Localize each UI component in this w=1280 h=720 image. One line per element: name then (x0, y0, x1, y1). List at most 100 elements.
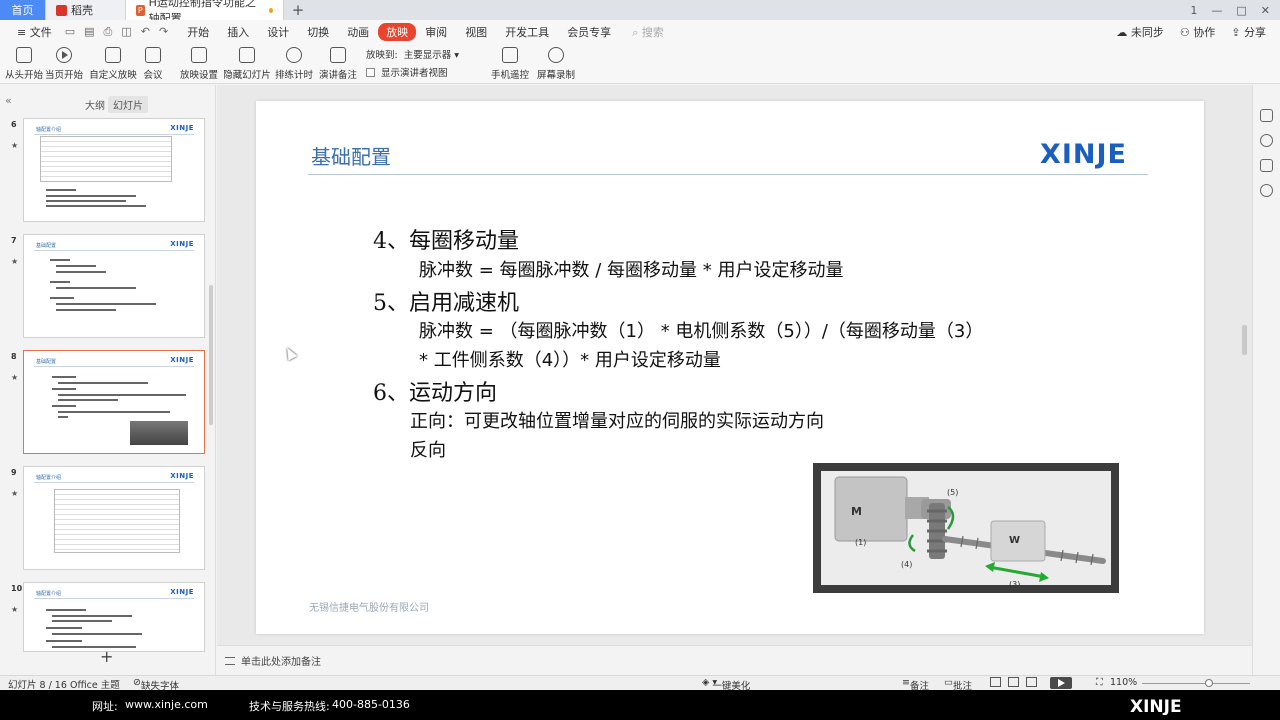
meeting-button[interactable]: 会议 (138, 44, 168, 82)
notes-button[interactable]: ≡ 备注 (902, 677, 929, 692)
thumb-text-line (58, 399, 118, 401)
thumb-text-line (46, 200, 126, 202)
panel-scrollbar[interactable] (209, 285, 213, 425)
menu-file-label: 文件 (29, 26, 52, 39)
phone-remote-label: 手机遥控 (491, 70, 530, 81)
tab-slides[interactable]: 幻灯片 (108, 96, 148, 113)
show-to-group: 放映到: 主要显示器 ▾ 显示演讲者视图 (360, 44, 480, 82)
save-icon[interactable]: ▭ (65, 25, 75, 39)
thumb-title: 基础配置 (36, 359, 57, 365)
phone-remote-button[interactable]: 手机遥控 (490, 44, 530, 82)
redo-icon[interactable]: ↷ (159, 25, 168, 39)
menu-animation[interactable]: 动画 (338, 24, 378, 40)
menu-review[interactable]: 审阅 (416, 24, 456, 40)
search-input[interactable]: ⌕ 搜索 (632, 24, 664, 40)
xinje-logo-text: XINJE (1040, 139, 1127, 169)
menu-vip[interactable]: 会员专享 (558, 24, 620, 40)
normal-view-icon[interactable] (990, 677, 1001, 687)
comments-button[interactable]: ▭ 批注 (944, 677, 972, 692)
rehearse-timing-button[interactable]: 排练计时 (272, 44, 316, 82)
slide-thumbnail-panel: « 大纲 幻灯片 6 ★ 轴配置介绍 XINJE 7 ★ 基础配置 XINJE (0, 85, 216, 675)
hotline-label: 技术与服务热线: (249, 700, 330, 713)
preview-icon[interactable]: ◫ (121, 25, 131, 39)
formula-5-line1: 脉冲数 = （每圈脉冲数（1） * 电机侧系数（5））/（每圈移动量（3） (419, 321, 984, 342)
new-tab-button[interactable]: + (284, 0, 312, 20)
zoom-slider[interactable] (1142, 683, 1250, 684)
thumb-text-line (56, 265, 96, 267)
tab-daoke[interactable]: 稻壳 (46, 0, 126, 20)
menu-design[interactable]: 设计 (258, 24, 298, 40)
menu-file[interactable]: ≡ 文件 (8, 24, 61, 40)
print-icon[interactable]: ⎙ (104, 25, 113, 39)
thumb-image (130, 421, 188, 445)
from-current-button[interactable]: 当页开始 (44, 44, 84, 82)
formula-5-line2: * 工件侧系数（4））* 用户设定移动量 (419, 350, 721, 371)
presenter-view-checkbox[interactable] (366, 67, 375, 77)
menu-transition[interactable]: 切换 (298, 24, 338, 40)
undo-icon[interactable]: ↶ (141, 25, 150, 39)
record-icon (548, 47, 564, 63)
video-caption-bar: 网址: www.xinje.com 技术与服务热线: 400-885-0136 … (0, 690, 1280, 720)
thumb-rule (34, 366, 194, 367)
from-current-label: 当页开始 (45, 70, 84, 81)
menu-right-actions: ☁ 未同步 ⚇ 协作 ⇪ 分享 (1116, 24, 1280, 40)
add-slide-button[interactable]: + (100, 647, 113, 666)
fit-window-icon[interactable]: ⛶ (1096, 677, 1103, 688)
zoom-level[interactable]: 110% (1110, 677, 1137, 688)
menu-slideshow[interactable]: 放映 (378, 23, 417, 41)
slide[interactable]: 基础配置 XINJE 4、每圈移动量 脉冲数 = 每圈脉冲数 / 每圈移动量 *… (256, 101, 1204, 634)
tab-outline[interactable]: 大纲 (80, 96, 110, 113)
collaborate-button[interactable]: ⚇ 协作 (1180, 24, 1215, 40)
from-start-label: 从头开始 (5, 70, 44, 81)
thumb-text-line (46, 640, 82, 642)
thumb-text-line (50, 281, 70, 283)
slide-thumbnail-selected[interactable]: 基础配置 XINJE (23, 350, 205, 454)
slide-thumbnail[interactable]: 基础配置 XINJE (23, 234, 205, 338)
collapse-panel-icon[interactable]: « (5, 94, 12, 107)
window-count-button[interactable]: 1 (1190, 4, 1197, 17)
slide-thumbnail[interactable]: 轴配置介绍 XINJE (23, 582, 205, 652)
quick-access-toolbar: ▭ ▤ ⎙ ◫ ↶ ↷ (65, 25, 168, 39)
maximize-button[interactable]: □ (1236, 4, 1246, 17)
thumb-text-line (58, 416, 68, 418)
show-to-select[interactable]: 主要显示器 ▾ (404, 47, 459, 61)
menu-developer[interactable]: 开发工具 (496, 24, 558, 40)
beautify-button[interactable]: ◈ 一键美化 ▾ (702, 677, 750, 692)
reading-view-icon[interactable] (1026, 677, 1037, 687)
slide-design-icon[interactable] (1260, 159, 1273, 172)
canvas-scrollbar[interactable] (1240, 95, 1248, 635)
presenter-view-label: 显示演讲者视图 (381, 68, 448, 79)
daoke-icon (56, 4, 67, 16)
sorter-view-icon[interactable] (1008, 677, 1019, 687)
tab-home[interactable]: 首页 (0, 0, 46, 20)
slide-thumbnail[interactable]: 轴配置介绍 XINJE (23, 118, 205, 222)
screen-record-button[interactable]: 屏幕录制 (536, 44, 576, 82)
notes-area[interactable]: 单击此处添加备注 (217, 645, 1252, 675)
notes-toggle-icon[interactable] (225, 656, 235, 665)
from-start-button[interactable]: 从头开始 (4, 44, 44, 82)
help-icon[interactable] (1260, 184, 1273, 197)
slide-thumbnail[interactable]: 轴配置介绍 XINJE (23, 466, 205, 570)
properties-icon[interactable] (1260, 109, 1273, 122)
sync-status-button[interactable]: ☁ 未同步 (1116, 24, 1164, 40)
close-button[interactable]: ✕ (1261, 4, 1270, 17)
show-settings-button[interactable]: 放映设置 (176, 44, 222, 82)
animation-pane-icon[interactable] (1260, 134, 1273, 147)
zoom-slider-knob[interactable] (1205, 679, 1213, 687)
play-slideshow-button[interactable] (1050, 677, 1072, 689)
hide-slide-button[interactable]: 隐藏幻灯片 (222, 44, 272, 82)
speaker-notes-button[interactable]: 演讲备注 (316, 44, 360, 82)
folder-icon[interactable]: ▤ (84, 25, 94, 39)
menu-view[interactable]: 视图 (456, 24, 496, 40)
share-button[interactable]: ⇪ 分享 (1231, 24, 1266, 40)
theme-name[interactable]: Office 主题 (70, 677, 120, 691)
workpiece-label: W (1009, 535, 1020, 546)
missing-font-button[interactable]: ⊘ 缺失字体 (133, 677, 179, 692)
custom-show-button[interactable]: 自定义放映 (88, 44, 138, 82)
canvas-scroll-thumb[interactable] (1242, 325, 1247, 355)
direction-forward: 正向：可更改轴位置增量对应的伺服的实际运动方向 (410, 411, 824, 432)
minimize-button[interactable]: — (1211, 4, 1222, 17)
tab-document[interactable]: P H运动控制指令功能之轴配置 (126, 0, 284, 25)
menu-insert[interactable]: 插入 (218, 24, 258, 40)
menu-home[interactable]: 开始 (178, 24, 218, 40)
